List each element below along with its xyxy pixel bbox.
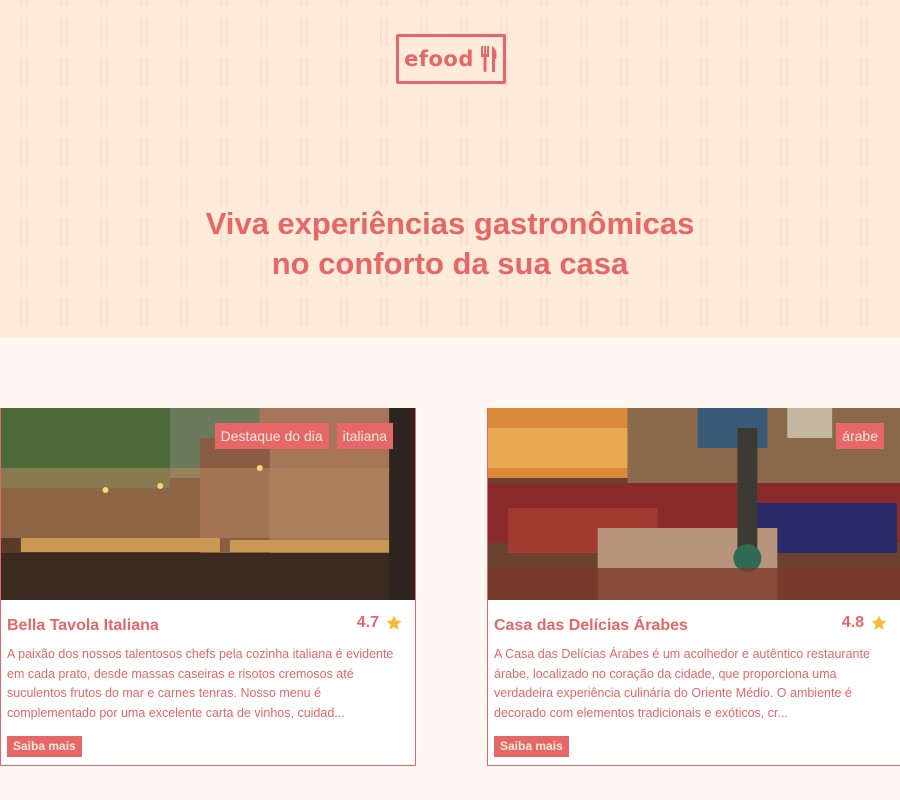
hero-title-line-1: Viva experiências gastronômicas — [205, 206, 695, 241]
tag-featured: Destaque do dia — [214, 423, 329, 449]
tag-category: italiana — [336, 423, 393, 449]
saiba-mais-button[interactable]: Saiba mais — [494, 736, 569, 757]
logo[interactable]: efood — [396, 34, 506, 84]
tag-list: árabe — [836, 423, 884, 449]
restaurant-title: Bella Tavola Italiana — [7, 617, 159, 634]
restaurant-card[interactable]: árabe Casa das Delícias Árabes 4.8 A Cas… — [487, 408, 900, 766]
rating: 4.7 — [357, 614, 403, 632]
tag-list: Destaque do dia italiana — [214, 423, 393, 449]
card-header: Casa das Delícias Árabes 4.8 — [494, 611, 888, 635]
logo-text: efood — [404, 47, 474, 71]
tag-category: árabe — [836, 423, 884, 449]
restaurant-description: A Casa das Delícias Árabes é um acolhedo… — [494, 647, 870, 720]
star-icon — [871, 615, 887, 630]
fork-knife-icon — [480, 46, 497, 72]
restaurant-card[interactable]: Destaque do dia italiana Bella Tavola It… — [0, 408, 416, 766]
rating-value: 4.8 — [841, 614, 864, 631]
restaurant-title: Casa das Delícias Árabes — [494, 617, 688, 634]
saiba-mais-button[interactable]: Saiba mais — [7, 736, 82, 757]
card-header: Bella Tavola Italiana 4.7 — [7, 611, 403, 635]
hero-title: Viva experiências gastronômicas no confo… — [0, 204, 900, 284]
hero-banner: efood Viva experiências gastronômicas no… — [0, 0, 900, 338]
hero-title-line-2: no conforto da sua casa — [271, 246, 629, 281]
star-icon — [386, 615, 402, 630]
restaurant-description: A paixão dos nossos talentosos chefs pel… — [7, 647, 394, 720]
rating-value: 4.7 — [356, 614, 379, 631]
rating: 4.8 — [842, 614, 888, 632]
